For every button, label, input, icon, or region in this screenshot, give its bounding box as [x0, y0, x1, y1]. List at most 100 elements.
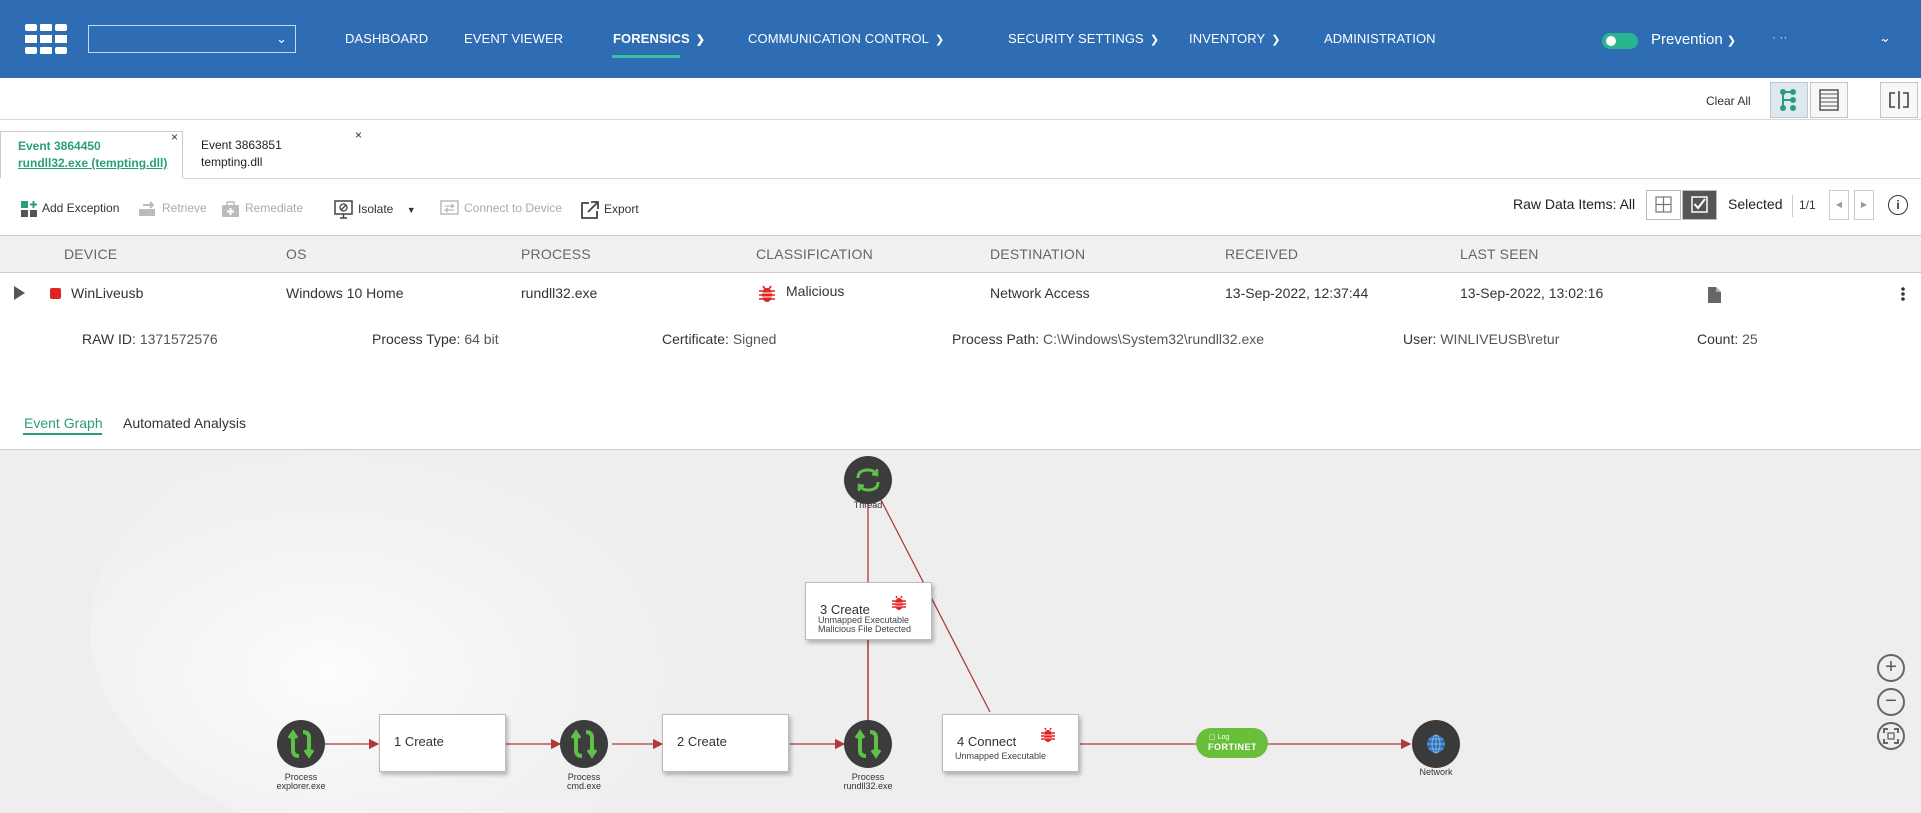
isolate-icon	[334, 200, 353, 219]
column-header[interactable]: OS	[286, 246, 307, 262]
tab-event-graph[interactable]: Event Graph	[24, 415, 103, 431]
tab-title: Event 3863851	[201, 138, 282, 152]
node-label: Process explorer.exe	[256, 773, 346, 791]
zoom-out-icon[interactable]: −	[1877, 688, 1905, 716]
connect-to-device-button[interactable]: Connect to Device	[440, 200, 562, 218]
grid-icon	[1655, 196, 1672, 213]
node-label: Thread	[823, 501, 913, 510]
event-box-2[interactable]: 2 Create	[662, 714, 789, 772]
nav-label: INVENTORY	[1189, 31, 1266, 46]
detail-process-type: Process Type: 64 bit	[372, 331, 499, 347]
status-dot-icon	[50, 288, 61, 299]
chevron-down-icon: ❯	[695, 34, 706, 46]
nav-security-settings[interactable]: SECURITY SETTINGS ❯	[1008, 31, 1159, 46]
raw-data-label: Raw Data Items: All	[1513, 196, 1636, 212]
tab-event-2[interactable]: Event 3863851 tempting.dll	[184, 131, 364, 178]
export-button[interactable]: Export	[580, 200, 639, 220]
expand-caret-icon[interactable]	[14, 286, 25, 300]
table-view-button[interactable]	[1810, 82, 1848, 118]
detail-value: WINLIVEUSB\retur	[1440, 331, 1560, 347]
action-label: Isolate	[358, 202, 394, 217]
tree-icon	[1780, 89, 1796, 111]
retrieve-button[interactable]: Retrieve	[138, 200, 207, 218]
checkbox-toggle-button[interactable]	[1682, 190, 1717, 220]
globe-icon	[1427, 734, 1445, 754]
network-node[interactable]	[1412, 720, 1460, 768]
tenant-select[interactable]: ⌄	[88, 25, 296, 53]
process-node-rundll32[interactable]	[844, 720, 892, 768]
mode-selector[interactable]: Prevention ❯	[1651, 31, 1736, 48]
remediate-button[interactable]: Remediate	[221, 200, 303, 218]
column-header[interactable]: RECEIVED	[1225, 246, 1298, 262]
close-icon[interactable]: ×	[355, 128, 362, 142]
graph-view-button[interactable]	[1770, 82, 1808, 118]
node-name: explorer.exe	[276, 781, 326, 791]
nav-administration[interactable]: ADMINISTRATION	[1324, 31, 1436, 46]
nav-forensics[interactable]: FORENSICS ❯	[613, 31, 705, 46]
fit-screen-icon[interactable]	[1877, 722, 1905, 750]
classification-cell: Malicious	[786, 283, 845, 299]
column-header[interactable]: DEVICE	[64, 246, 117, 262]
prev-page-button[interactable]: ◀	[1829, 190, 1849, 220]
detail-value: 1371572576	[139, 331, 218, 347]
chevron-down-icon[interactable]: ⌄	[1880, 30, 1891, 46]
node-type: Thread	[853, 500, 883, 510]
checkbox-icon	[1691, 196, 1708, 213]
detail-key: Count:	[1697, 331, 1739, 347]
column-header[interactable]: PROCESS	[521, 246, 591, 262]
nav-label: ADMINISTRATION	[1324, 31, 1436, 46]
detail-value: 25	[1742, 331, 1758, 347]
isolate-button[interactable]: Isolate ▼	[334, 200, 416, 220]
log-line: Log	[1217, 734, 1230, 741]
event-box-4[interactable]: 4 Connect Unmapped Executable	[942, 714, 1079, 772]
prevention-toggle[interactable]	[1602, 33, 1638, 49]
clear-all-button[interactable]: Clear All	[1706, 94, 1751, 108]
chevron-down-icon: ⌄	[276, 31, 287, 46]
nav-event-viewer[interactable]: EVENT VIEWER	[464, 31, 563, 46]
document-icon[interactable]	[1708, 287, 1721, 303]
event-title: 1 Create	[394, 734, 444, 749]
event-box-3[interactable]: 3 Create Unmapped Executable Malicious F…	[805, 582, 932, 640]
column-header[interactable]: LAST SEEN	[1460, 246, 1539, 262]
info-icon[interactable]: i	[1888, 195, 1908, 215]
nav-label: EVENT VIEWER	[464, 31, 564, 46]
grid-toggle-button[interactable]	[1646, 190, 1681, 220]
log-badge[interactable]: ▢ Log FORTINET	[1196, 728, 1268, 758]
top-nav: ⌄ DASHBOARD EVENT VIEWER FORENSICS ❯ COMM…	[0, 0, 1921, 78]
tab-event-1[interactable]: Event 3864450 rundll32.exe (tempting.dll…	[0, 131, 183, 178]
thread-node[interactable]	[844, 456, 892, 504]
zoom-in-icon[interactable]: +	[1877, 654, 1905, 682]
process-node-cmd[interactable]	[560, 720, 608, 768]
fortinet-logo-icon[interactable]	[25, 24, 67, 54]
action-label: Add Exception	[42, 201, 120, 216]
add-exception-icon	[21, 201, 37, 217]
nav-dashboard[interactable]: DASHBOARD	[345, 31, 428, 46]
tab-subtitle: tempting.dll	[201, 155, 263, 169]
action-label: Connect to Device	[464, 201, 563, 216]
more-options-icon[interactable]	[1900, 286, 1906, 302]
next-page-button[interactable]: ▶	[1854, 190, 1874, 220]
column-header[interactable]: DESTINATION	[990, 246, 1085, 262]
log-label: ▢ Log	[1209, 734, 1230, 741]
selection-counter: 1/1	[1799, 198, 1816, 212]
bug-icon	[1041, 727, 1055, 742]
bug-icon	[892, 595, 906, 610]
close-icon[interactable]: ×	[171, 130, 178, 144]
user-menu[interactable]: · ·· .	[1772, 30, 1884, 44]
os-cell: Windows 10 Home	[286, 285, 404, 301]
process-node-explorer[interactable]	[277, 720, 325, 768]
nav-inventory[interactable]: INVENTORY ❯	[1189, 31, 1281, 46]
column-header[interactable]: CLASSIFICATION	[756, 246, 873, 262]
chevron-down-icon: ❯	[1149, 34, 1160, 46]
tab-automated-analysis[interactable]: Automated Analysis	[123, 415, 246, 431]
split-view-icon	[1889, 91, 1909, 109]
node-name: rundll32.exe	[843, 781, 893, 791]
action-label: Remediate	[245, 201, 304, 216]
event-box-1[interactable]: 1 Create	[379, 714, 506, 772]
remediate-icon	[222, 201, 239, 217]
add-exception-button[interactable]: Add Exception	[20, 200, 119, 218]
process-icon	[287, 729, 315, 759]
thread-icon	[856, 468, 880, 492]
split-view-button[interactable]	[1880, 82, 1918, 118]
nav-communication-control[interactable]: COMMUNICATION CONTROL ❯	[748, 31, 944, 46]
